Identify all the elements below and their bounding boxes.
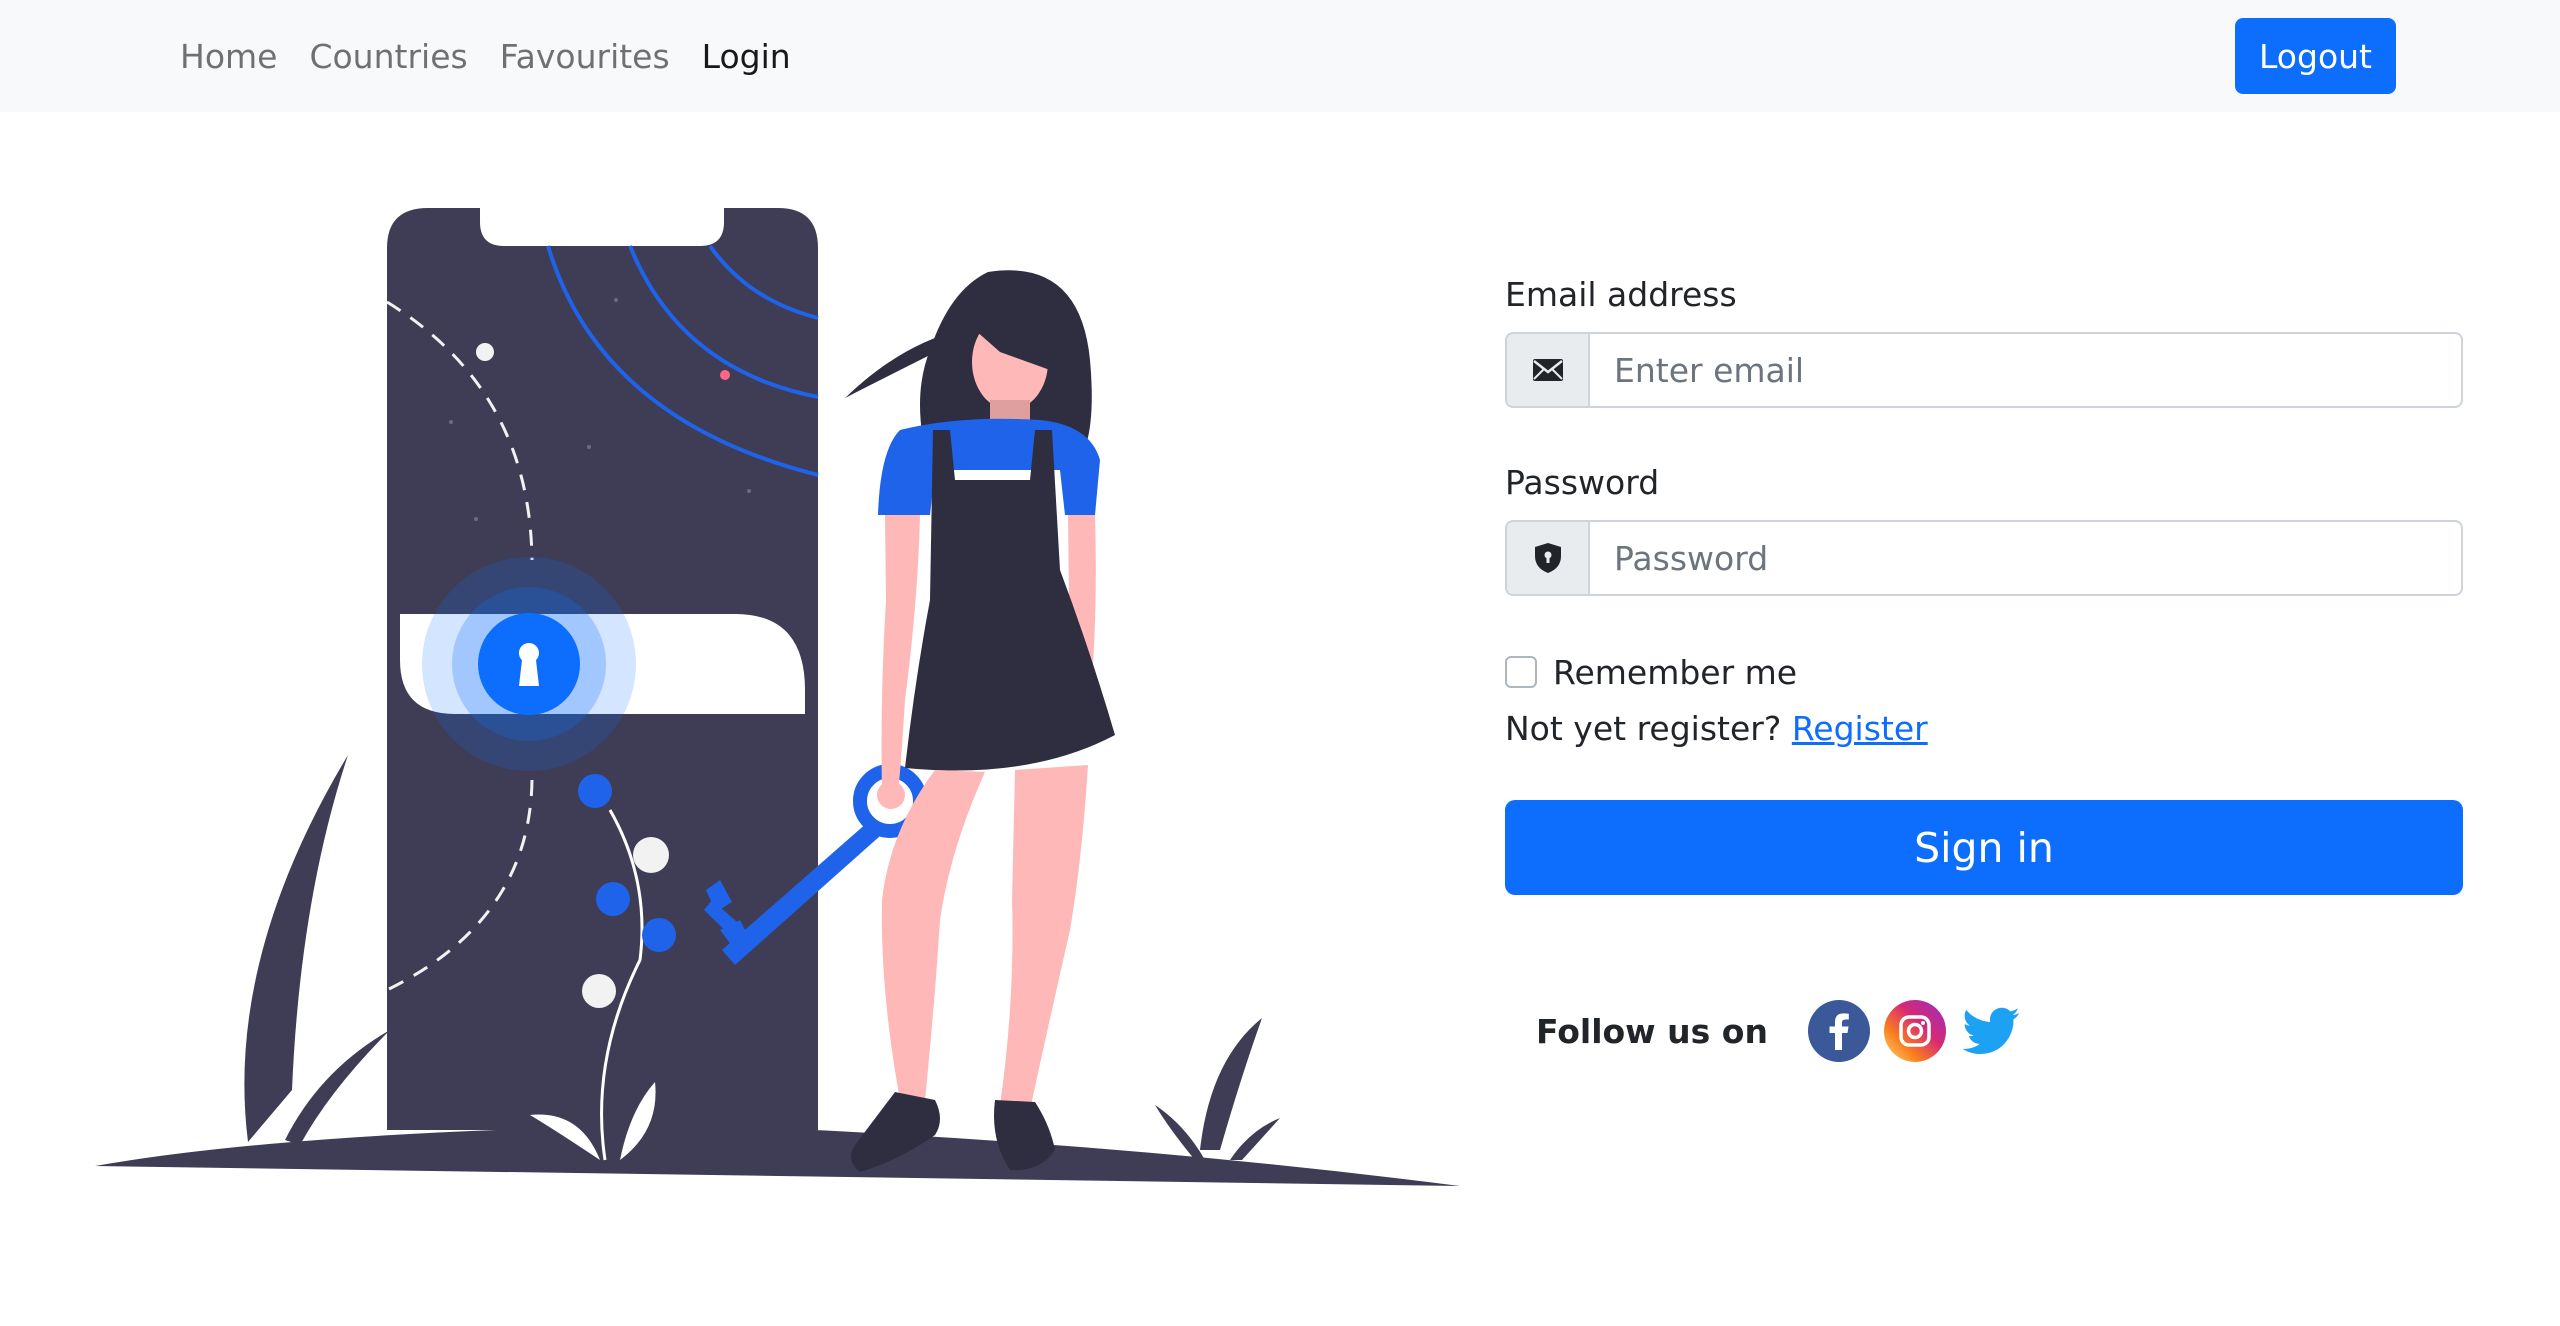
navbar: Home Countries Favourites Login Logout (0, 0, 2560, 112)
woman-figure (845, 270, 1115, 1172)
grass-blade-right-3 (1230, 1118, 1280, 1160)
email-label: Email address (1505, 275, 1737, 314)
remember-label: Remember me (1553, 652, 1798, 692)
flower-dot-blue (578, 774, 612, 808)
grass-blade-left-2 (285, 1030, 390, 1145)
nav-countries[interactable]: Countries (309, 37, 467, 76)
twitter-icon[interactable] (1960, 1000, 2022, 1062)
star-dot (720, 370, 730, 380)
logout-button[interactable]: Logout (2235, 18, 2396, 94)
password-icon-box (1505, 520, 1588, 596)
star-dot (614, 298, 618, 302)
password-input[interactable] (1588, 520, 2463, 596)
star-dot (747, 489, 751, 493)
star-dot (474, 517, 478, 521)
keyhole-icon (518, 643, 539, 686)
email-input-group (1505, 332, 2463, 408)
nav-links: Home Countries Favourites Login (180, 0, 823, 112)
login-form: Email address Password Remember me Not y… (1505, 270, 2463, 895)
remember-row: Remember me (1505, 652, 2463, 692)
shield-lock-icon (1534, 543, 1561, 573)
follow-text: Follow us on (1536, 1011, 1768, 1051)
envelope-icon (1532, 359, 1563, 381)
grass-blade-right (1200, 1018, 1262, 1150)
instagram-icon[interactable] (1883, 1000, 1946, 1062)
nav-favourites[interactable]: Favourites (500, 37, 670, 76)
flower-dot-blue (642, 918, 676, 952)
nav-home[interactable]: Home (180, 37, 277, 76)
email-input[interactable] (1588, 332, 2463, 408)
email-icon-box (1505, 332, 1588, 408)
register-row: Not yet register? Register (1505, 706, 2463, 752)
flower-dot-white (633, 837, 669, 873)
signin-button[interactable]: Sign in (1505, 800, 2463, 895)
remember-checkbox[interactable] (1505, 656, 1537, 688)
login-illustration (95, 208, 1460, 1186)
white-dot (476, 343, 494, 361)
flower-dot-blue (596, 882, 630, 916)
star-dot (587, 445, 591, 449)
nav-login[interactable]: Login (702, 37, 791, 76)
register-prompt: Not yet register? (1505, 709, 1782, 748)
grass-blade-right-2 (1155, 1105, 1205, 1160)
follow-row: Follow us on (1536, 1000, 2036, 1062)
flower-dot-white (582, 974, 616, 1008)
star-dot (449, 420, 453, 424)
register-link[interactable]: Register (1792, 709, 1928, 748)
facebook-icon[interactable] (1807, 1000, 1870, 1062)
password-input-group (1505, 520, 2463, 596)
password-label: Password (1505, 463, 1660, 502)
